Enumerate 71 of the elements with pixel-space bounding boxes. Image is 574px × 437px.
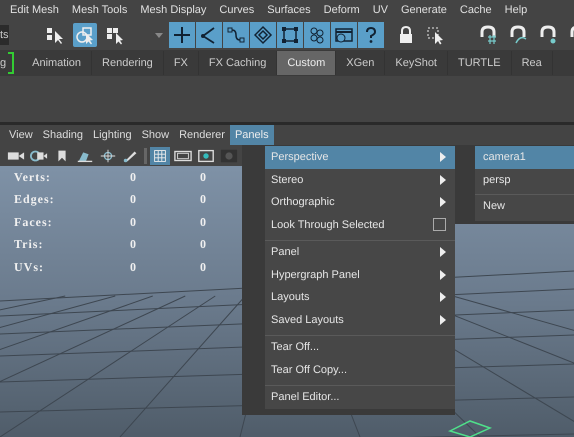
menu-item[interactable]: Generate bbox=[401, 4, 447, 16]
stat-value: 0 bbox=[130, 214, 137, 230]
menu-item[interactable]: Saved Layouts bbox=[265, 308, 455, 331]
stat-value: 0 bbox=[200, 214, 207, 230]
grid-icon[interactable] bbox=[150, 146, 170, 164]
panel-menu-item[interactable]: View bbox=[4, 125, 38, 145]
menu-item[interactable]: Orthographic bbox=[265, 191, 455, 214]
shelf-tab[interactable]: Animation bbox=[22, 51, 92, 75]
menu-item[interactable]: UV bbox=[372, 4, 388, 16]
shelf-tab[interactable]: Rendering bbox=[92, 51, 164, 75]
menu-item[interactable]: Help bbox=[504, 4, 528, 16]
stat-value: 0 bbox=[200, 260, 207, 275]
menu-item[interactable]: Deform bbox=[324, 4, 360, 16]
stat-value: 0 bbox=[130, 237, 137, 252]
selection-field[interactable]: ts bbox=[0, 25, 9, 45]
pivot-icon[interactable] bbox=[98, 146, 118, 164]
menu-item[interactable]: Tear Off... bbox=[265, 336, 455, 358]
menu-item[interactable]: Panel Editor... bbox=[265, 386, 455, 408]
stat-value: 0 bbox=[200, 237, 207, 252]
panel-menu-item[interactable]: Show bbox=[136, 125, 174, 145]
dropdown-arrow-icon[interactable] bbox=[154, 32, 163, 38]
submenu-arrow-icon bbox=[440, 152, 446, 162]
stat-value: 0 bbox=[130, 170, 137, 185]
panel-menu-item[interactable]: Shading bbox=[38, 125, 88, 145]
stat-value: 0 bbox=[200, 192, 207, 208]
menu-item[interactable]: Curves bbox=[219, 4, 254, 16]
shelf-tab[interactable]: g bbox=[0, 51, 8, 75]
square-handles-icon[interactable] bbox=[276, 22, 303, 48]
panel-menu-item[interactable]: Renderer bbox=[174, 125, 230, 145]
cross-icon[interactable] bbox=[168, 22, 195, 48]
submenu-arrow-icon bbox=[440, 174, 446, 185]
checkbox[interactable] bbox=[433, 218, 446, 232]
menu-item[interactable]: Mesh Display bbox=[140, 4, 206, 16]
panel-menu-item[interactable]: Lighting bbox=[88, 125, 137, 145]
bracket-icon bbox=[8, 52, 14, 74]
menu-item[interactable]: Cache bbox=[460, 4, 492, 16]
angle-icon[interactable] bbox=[196, 22, 222, 48]
shelf-tab[interactable]: XGen bbox=[336, 51, 386, 75]
stat-label: Edges: bbox=[14, 192, 56, 208]
menu-item[interactable]: Edit Mesh bbox=[10, 4, 59, 16]
stat-label: Faces: bbox=[14, 214, 54, 230]
submenu-arrow-icon bbox=[440, 197, 446, 208]
shelf-tab[interactable]: Rea bbox=[512, 51, 553, 75]
menu-item[interactable]: Hypergraph Panel bbox=[265, 264, 455, 286]
menu-item[interactable]: Tear Off Copy... bbox=[265, 358, 455, 381]
clapboard-icon[interactable] bbox=[330, 22, 357, 48]
help-icon[interactable] bbox=[358, 22, 384, 48]
menu-item[interactable]: Surfaces bbox=[267, 4, 311, 16]
menu-item[interactable]: Stereo bbox=[265, 168, 455, 191]
shelf-tab[interactable]: TURTLE bbox=[448, 51, 512, 75]
submenu-arrow-icon bbox=[440, 247, 446, 258]
stat-label: Tris: bbox=[14, 237, 44, 252]
stat-label: Verts: bbox=[14, 170, 52, 185]
menu-item[interactable]: persp bbox=[475, 168, 574, 191]
stat-value: 0 bbox=[130, 260, 137, 275]
stat-value: 0 bbox=[130, 192, 137, 208]
shelf-tab[interactable]: KeyShot bbox=[385, 51, 448, 75]
curve-points-icon[interactable] bbox=[222, 22, 249, 48]
submenu-arrow-icon bbox=[440, 292, 446, 302]
stat-value: 0 bbox=[200, 170, 207, 185]
submenu-arrow-icon bbox=[440, 270, 446, 280]
menu-item[interactable]: Mesh Tools bbox=[72, 4, 128, 16]
menu-item[interactable]: Panel bbox=[265, 241, 455, 264]
dots-icon[interactable] bbox=[304, 22, 330, 48]
menu-item[interactable]: Look Through Selected bbox=[265, 214, 455, 236]
stat-label: UVs: bbox=[14, 260, 45, 275]
shelf-tab[interactable]: FX bbox=[164, 51, 199, 75]
menu-item[interactable]: Layouts bbox=[265, 286, 455, 308]
submenu-arrow-icon bbox=[440, 314, 446, 325]
select-component-icon[interactable] bbox=[72, 23, 97, 47]
shelf-tab[interactable]: Custom bbox=[277, 51, 336, 75]
